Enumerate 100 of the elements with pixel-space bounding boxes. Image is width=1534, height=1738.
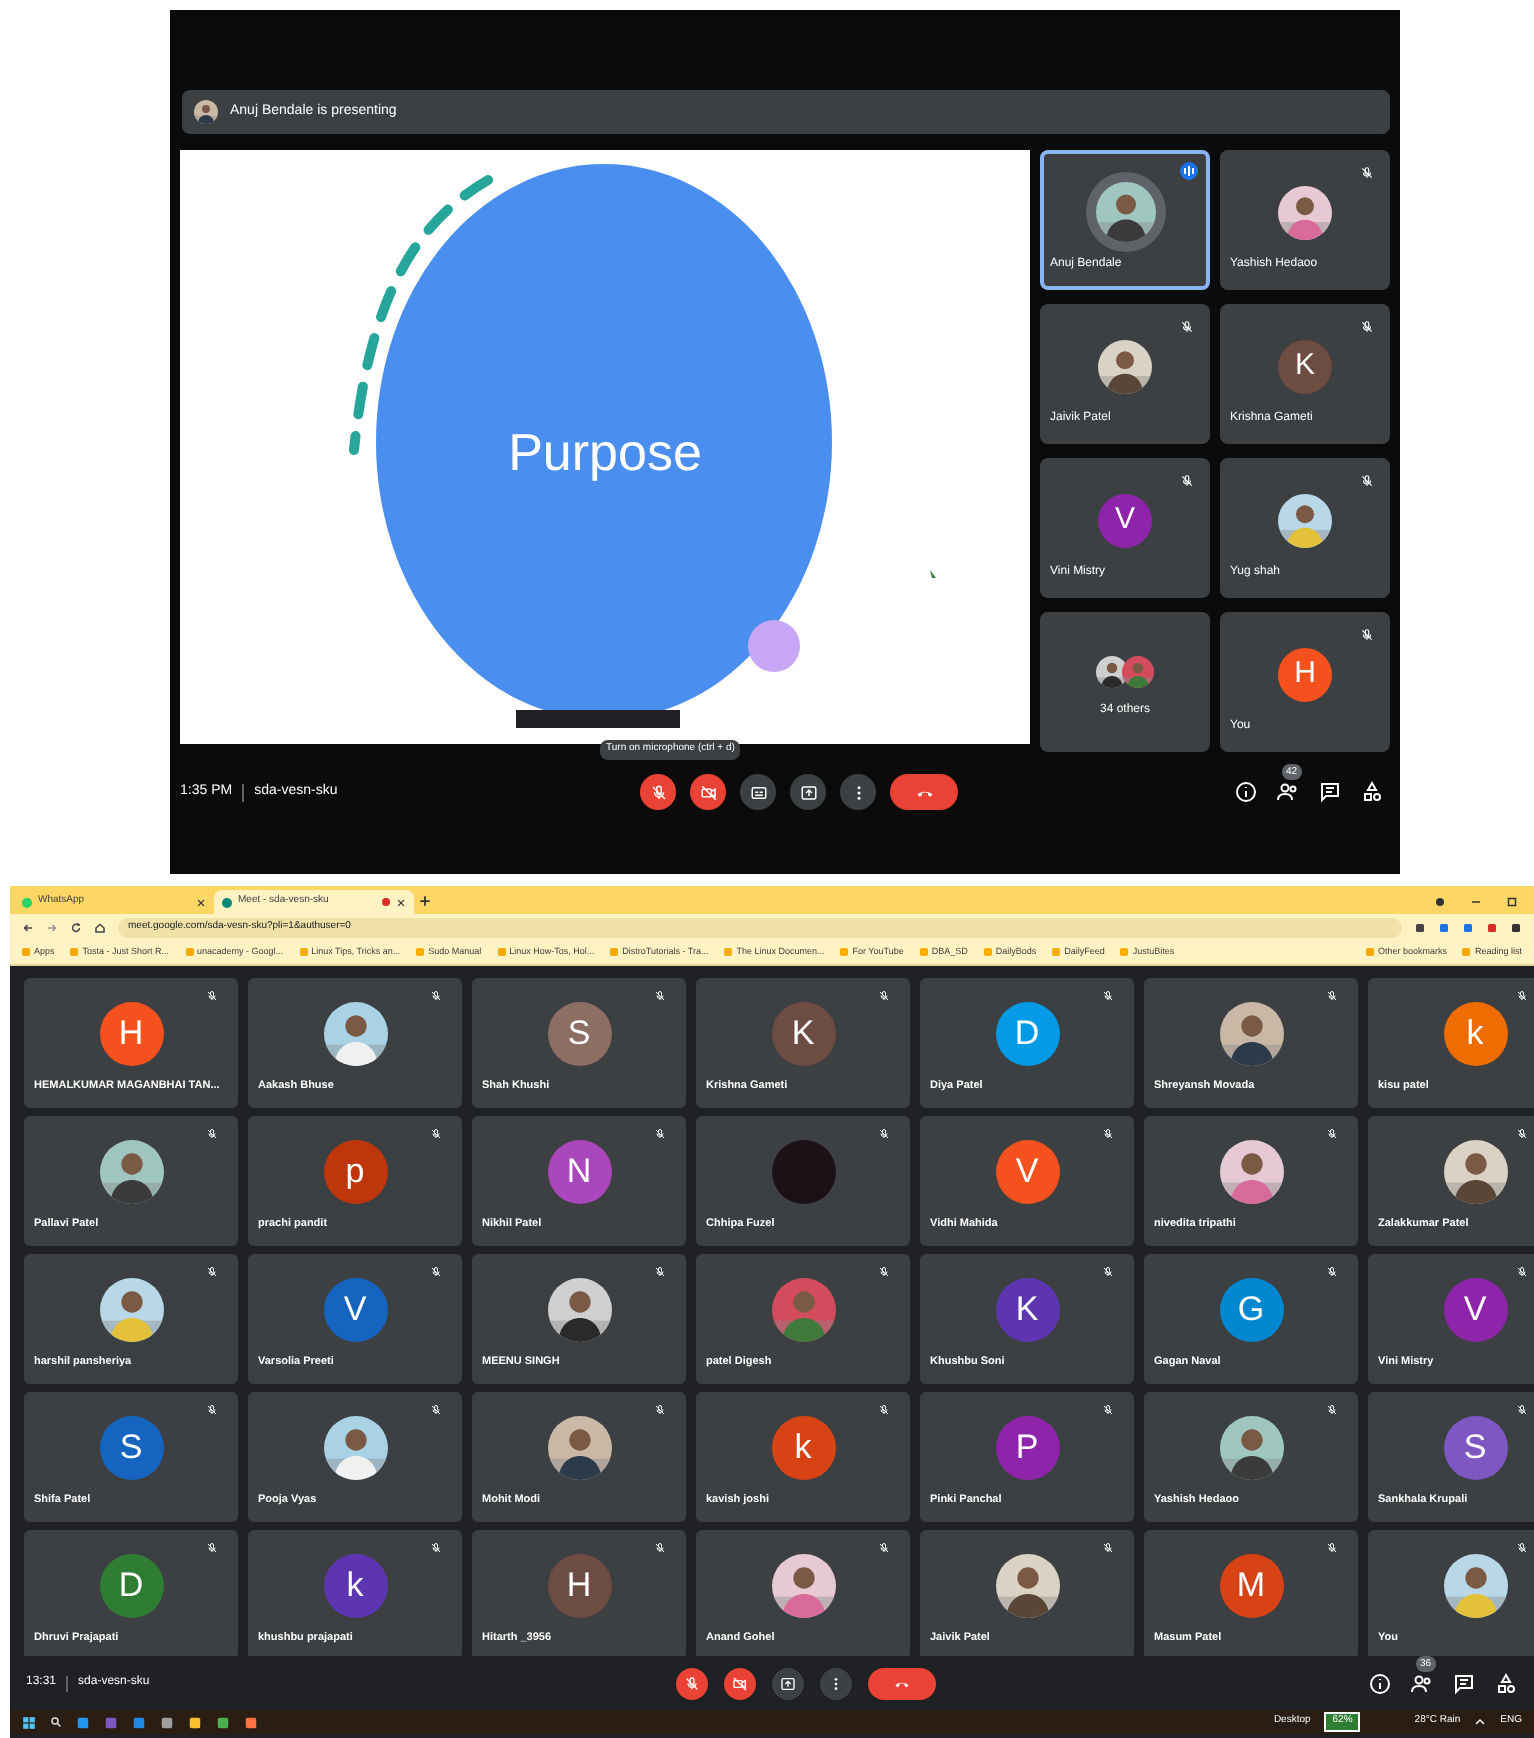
avatar-letter: M xyxy=(1219,1553,1283,1617)
mic-off-icon xyxy=(206,1542,218,1554)
avatar-letter: k xyxy=(771,1415,835,1479)
mic-off-icon xyxy=(1102,1404,1114,1416)
mic-off-icon xyxy=(878,1128,890,1140)
people-icon[interactable] xyxy=(1410,1671,1434,1695)
mic-off-icon xyxy=(878,1266,890,1278)
mic-off-icon xyxy=(654,1266,666,1278)
avatar-letter: D xyxy=(995,1001,1059,1065)
folder-icon xyxy=(416,948,425,956)
info-icon[interactable] xyxy=(1368,1671,1392,1695)
mic-off-icon xyxy=(1326,1542,1338,1554)
mic-off-icon xyxy=(1516,990,1528,1002)
microphone-button[interactable] xyxy=(676,1667,708,1699)
folder-icon xyxy=(22,948,30,956)
minimize-icon[interactable] xyxy=(1470,896,1482,908)
new-tab-icon[interactable] xyxy=(418,894,432,908)
microphone-button[interactable] xyxy=(640,774,676,810)
mic-off-icon xyxy=(1102,1128,1114,1140)
avatar-letter: D xyxy=(99,1553,163,1617)
folder-icon xyxy=(299,948,308,956)
camera-button[interactable] xyxy=(724,1667,756,1699)
avatar-letter: S xyxy=(547,1001,611,1065)
tray-expand-icon[interactable] xyxy=(1474,1716,1487,1728)
avatar-letter: V xyxy=(995,1139,1059,1203)
captions-icon xyxy=(749,783,767,801)
leave-call-button[interactable] xyxy=(868,1667,936,1699)
folder-icon xyxy=(724,948,733,956)
info-icon[interactable] xyxy=(1234,780,1258,804)
folder-icon xyxy=(1462,948,1471,956)
mic-off-icon xyxy=(649,783,667,801)
folder-icon xyxy=(840,948,849,956)
mic-off-icon xyxy=(654,1404,666,1416)
present-icon xyxy=(799,783,817,801)
mic-off-icon xyxy=(1516,1404,1528,1416)
mic-off-icon xyxy=(1102,990,1114,1002)
maximize-icon[interactable] xyxy=(1506,896,1518,908)
activities-icon[interactable] xyxy=(1494,1671,1518,1695)
mic-off-icon xyxy=(1326,1128,1338,1140)
mic-off-icon xyxy=(1326,1404,1338,1416)
mic-off-icon xyxy=(1326,1266,1338,1278)
avatar-letter: N xyxy=(547,1139,611,1203)
folder-icon xyxy=(1052,948,1061,956)
folder-icon xyxy=(70,948,79,956)
avatar-letter: k xyxy=(323,1553,387,1617)
folder-icon xyxy=(497,948,506,956)
slide-title: Purpose xyxy=(506,420,704,486)
close-icon[interactable] xyxy=(396,897,406,907)
search-icon[interactable] xyxy=(50,1716,62,1728)
mic-off-icon xyxy=(654,990,666,1002)
reload-icon[interactable] xyxy=(70,921,82,933)
mic-off-icon xyxy=(430,1542,442,1554)
camera-button[interactable] xyxy=(690,774,726,810)
mic-off-icon xyxy=(430,990,442,1002)
folder-icon xyxy=(610,948,619,956)
avatar-letter: G xyxy=(1219,1277,1283,1341)
people-icon[interactable] xyxy=(1276,780,1300,804)
chat-icon[interactable] xyxy=(1452,1671,1476,1695)
mic-off-icon xyxy=(1516,1128,1528,1140)
present-button[interactable] xyxy=(772,1667,804,1699)
captions-button[interactable] xyxy=(740,774,776,810)
folder-icon xyxy=(1120,948,1129,956)
back-icon[interactable] xyxy=(22,921,34,933)
avatar-letter: P xyxy=(995,1415,1059,1479)
mic-off-icon xyxy=(206,1404,218,1416)
profile-icon[interactable] xyxy=(1434,896,1446,908)
mic-off-icon xyxy=(878,1542,890,1554)
start-icon[interactable] xyxy=(22,1715,36,1729)
close-icon[interactable] xyxy=(196,897,206,907)
avatar-letter: k xyxy=(1443,1001,1507,1065)
home-icon[interactable] xyxy=(94,921,106,933)
present-button[interactable] xyxy=(790,774,826,810)
slide-dot xyxy=(748,620,800,672)
avatar-letter: K xyxy=(1278,339,1332,393)
mic-off-icon xyxy=(206,1266,218,1278)
folder-icon xyxy=(983,948,992,956)
tab-favicon-icon xyxy=(22,897,32,907)
folder-icon xyxy=(1365,948,1374,956)
mic-off-icon xyxy=(430,1266,442,1278)
mic-off-icon xyxy=(654,1128,666,1140)
mic-off-icon xyxy=(1516,1542,1528,1554)
avatar-letter: K xyxy=(771,1001,835,1065)
avatar-letter: p xyxy=(323,1139,387,1203)
camera-off-icon xyxy=(699,783,717,801)
tab-favicon-icon xyxy=(222,897,232,907)
pointer-icon xyxy=(930,570,936,578)
avatar-letter: K xyxy=(995,1277,1059,1341)
more-options-button[interactable] xyxy=(820,1667,852,1699)
avatar-letter: V xyxy=(1098,493,1152,547)
more-options-button[interactable] xyxy=(840,774,876,810)
folder-icon xyxy=(185,948,194,956)
activities-icon[interactable] xyxy=(1360,780,1384,804)
leave-call-button[interactable] xyxy=(890,774,958,810)
mic-off-icon xyxy=(1102,1266,1114,1278)
mic-off-icon xyxy=(206,1128,218,1140)
mic-off-icon xyxy=(654,1542,666,1554)
mic-off-icon xyxy=(430,1128,442,1140)
mic-off-icon xyxy=(684,1675,700,1691)
mic-off-icon xyxy=(878,1404,890,1416)
chat-icon[interactable] xyxy=(1318,780,1342,804)
